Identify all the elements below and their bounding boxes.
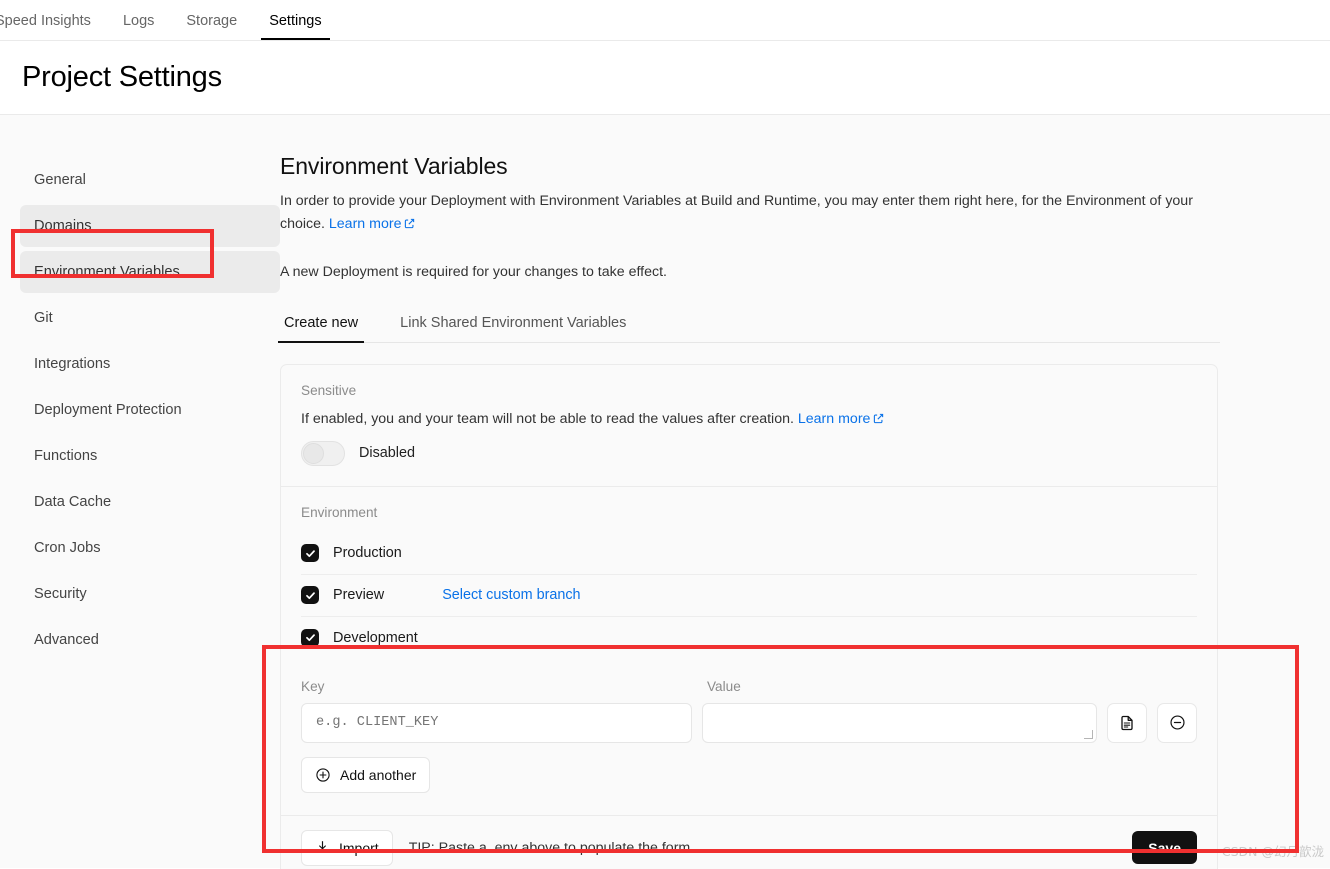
page-title: Project Settings [22, 61, 222, 93]
environment-option-development[interactable]: Development [301, 617, 1197, 659]
deployment-note: A new Deployment is required for your ch… [280, 264, 667, 280]
environment-option-label: Preview [333, 587, 385, 603]
sidebar-item-integrations[interactable]: Integrations [20, 343, 280, 385]
minus-circle-icon [1169, 715, 1185, 730]
sidebar-item-advanced[interactable]: Advanced [20, 619, 280, 661]
import-button[interactable]: Import [301, 829, 393, 866]
add-another-label: Add another [340, 766, 417, 783]
value-textarea-wrapper[interactable] [702, 702, 1097, 743]
sidebar-item-domains[interactable]: Domains [20, 205, 280, 247]
environment-option-production[interactable]: Production [301, 533, 1197, 575]
learn-more-label: Learn more [797, 410, 871, 427]
top-nav-tab-settings[interactable]: Settings [253, 13, 337, 41]
sidebar-item-data-cache[interactable]: Data Cache [20, 481, 280, 523]
sidebar-item-label: Git [34, 310, 53, 326]
sensitive-toggle[interactable] [301, 440, 345, 466]
external-link-icon [405, 218, 415, 229]
key-value-headers: Key Value [301, 679, 1197, 694]
add-another-wrapper: Add another [301, 756, 1197, 793]
sidebar-item-git[interactable]: Git [20, 297, 280, 339]
top-navigation-bar: Speed Insights Logs Storage Settings [0, 0, 1330, 41]
sensitive-label: Sensitive [301, 382, 357, 398]
environment-option-preview[interactable]: Preview Select custom branch [301, 575, 1197, 617]
content-tabs: Create new Link Shared Environment Varia… [277, 316, 1220, 343]
value-textarea[interactable] [703, 703, 1096, 742]
tab-link-shared-environment-variables[interactable]: Link Shared Environment Variables [396, 316, 630, 342]
add-from-file-button[interactable] [1107, 702, 1147, 743]
check-icon [305, 591, 315, 599]
check-icon [305, 549, 315, 557]
top-nav-tab-logs[interactable]: Logs [107, 13, 170, 41]
tab-create-new[interactable]: Create new [277, 316, 365, 342]
learn-more-label: Learn more [328, 216, 402, 232]
page-body: General Domains Environment Variables Gi… [0, 115, 1330, 869]
sidebar-item-label: Advanced [34, 632, 99, 648]
sidebar-item-label: Integrations [34, 356, 111, 372]
sensitive-toggle-state: Disabled [359, 445, 415, 461]
watermark: CSDN @幻月歆泷 [1221, 844, 1324, 859]
environment-option-label: Production [333, 545, 402, 561]
sensitive-description-text: If enabled, you and your team will not b… [301, 410, 794, 427]
download-icon [316, 841, 329, 852]
external-link-icon [874, 413, 884, 423]
environment-label: Environment [301, 504, 378, 520]
import-tip: TIP: Paste a .env above to populate the … [408, 839, 691, 856]
remove-variable-button[interactable] [1157, 702, 1197, 743]
checkbox-production[interactable] [301, 544, 319, 562]
sidebar-item-environment-variables[interactable]: Environment Variables [20, 251, 280, 293]
page-title-band: Project Settings [0, 41, 1330, 115]
section-description: In order to provide your Deployment with… [280, 190, 1222, 236]
main-content: Environment Variables In order to provid… [277, 153, 1330, 869]
key-value-row [301, 702, 1197, 743]
value-column-label: Value [707, 678, 741, 694]
document-icon [1121, 715, 1133, 730]
sidebar-item-functions[interactable]: Functions [20, 435, 280, 477]
environment-option-label: Development [333, 629, 418, 646]
key-value-block: Key Value e.g. CLIENT_KEY Add another [281, 659, 1217, 816]
section-title: Environment Variables [280, 153, 508, 179]
sidebar-item-label: Environment Variables [34, 264, 180, 280]
top-nav-tab-speed-insights[interactable]: Speed Insights [0, 13, 107, 41]
sidebar-item-general[interactable]: General [20, 159, 280, 201]
top-nav-tab-storage[interactable]: Storage [170, 13, 253, 41]
toggle-knob [303, 442, 324, 464]
settings-sidebar: General Domains Environment Variables Gi… [0, 153, 280, 868]
sensitive-block: Sensitive If enabled, you and your team … [281, 365, 1217, 487]
sidebar-item-label: Domains [34, 218, 92, 234]
save-button[interactable]: Save [1132, 831, 1197, 864]
environment-block: Environment Production Preview Select cu… [281, 487, 1217, 659]
sidebar-item-label: Data Cache [34, 494, 112, 510]
card-footer: Import TIP: Paste a .env above to popula… [281, 815, 1217, 869]
section-description-text: In order to provide your Deployment with… [280, 193, 1193, 232]
key-column-label: Key [301, 678, 325, 694]
sidebar-item-cron-jobs[interactable]: Cron Jobs [20, 527, 280, 569]
checkbox-development[interactable] [301, 628, 319, 647]
check-icon [305, 634, 315, 642]
learn-more-link-description[interactable]: Learn more [329, 216, 416, 232]
plus-circle-icon [316, 767, 330, 782]
key-input[interactable] [301, 702, 693, 743]
environment-variable-form-card: Sensitive If enabled, you and your team … [280, 363, 1218, 869]
sensitive-description: If enabled, you and your team will not b… [301, 411, 1197, 427]
sensitive-toggle-row: Disabled [301, 440, 1197, 466]
select-custom-branch-link[interactable]: Select custom branch [442, 587, 580, 603]
checkbox-preview[interactable] [301, 586, 319, 604]
learn-more-link-sensitive[interactable]: Learn more [798, 411, 885, 427]
sidebar-item-label: Security [34, 586, 87, 602]
sidebar-item-deployment-protection[interactable]: Deployment Protection [20, 389, 280, 431]
sidebar-item-label: Deployment Protection [34, 402, 182, 418]
sidebar-item-label: Functions [34, 448, 98, 464]
sidebar-item-label: General [34, 172, 86, 188]
add-another-button[interactable]: Add another [301, 756, 431, 793]
top-nav-tabs: Speed Insights Logs Storage Settings [0, 0, 338, 40]
sidebar-item-security[interactable]: Security [20, 573, 280, 615]
sidebar-item-label: Cron Jobs [34, 540, 101, 556]
import-label: Import [339, 839, 379, 856]
